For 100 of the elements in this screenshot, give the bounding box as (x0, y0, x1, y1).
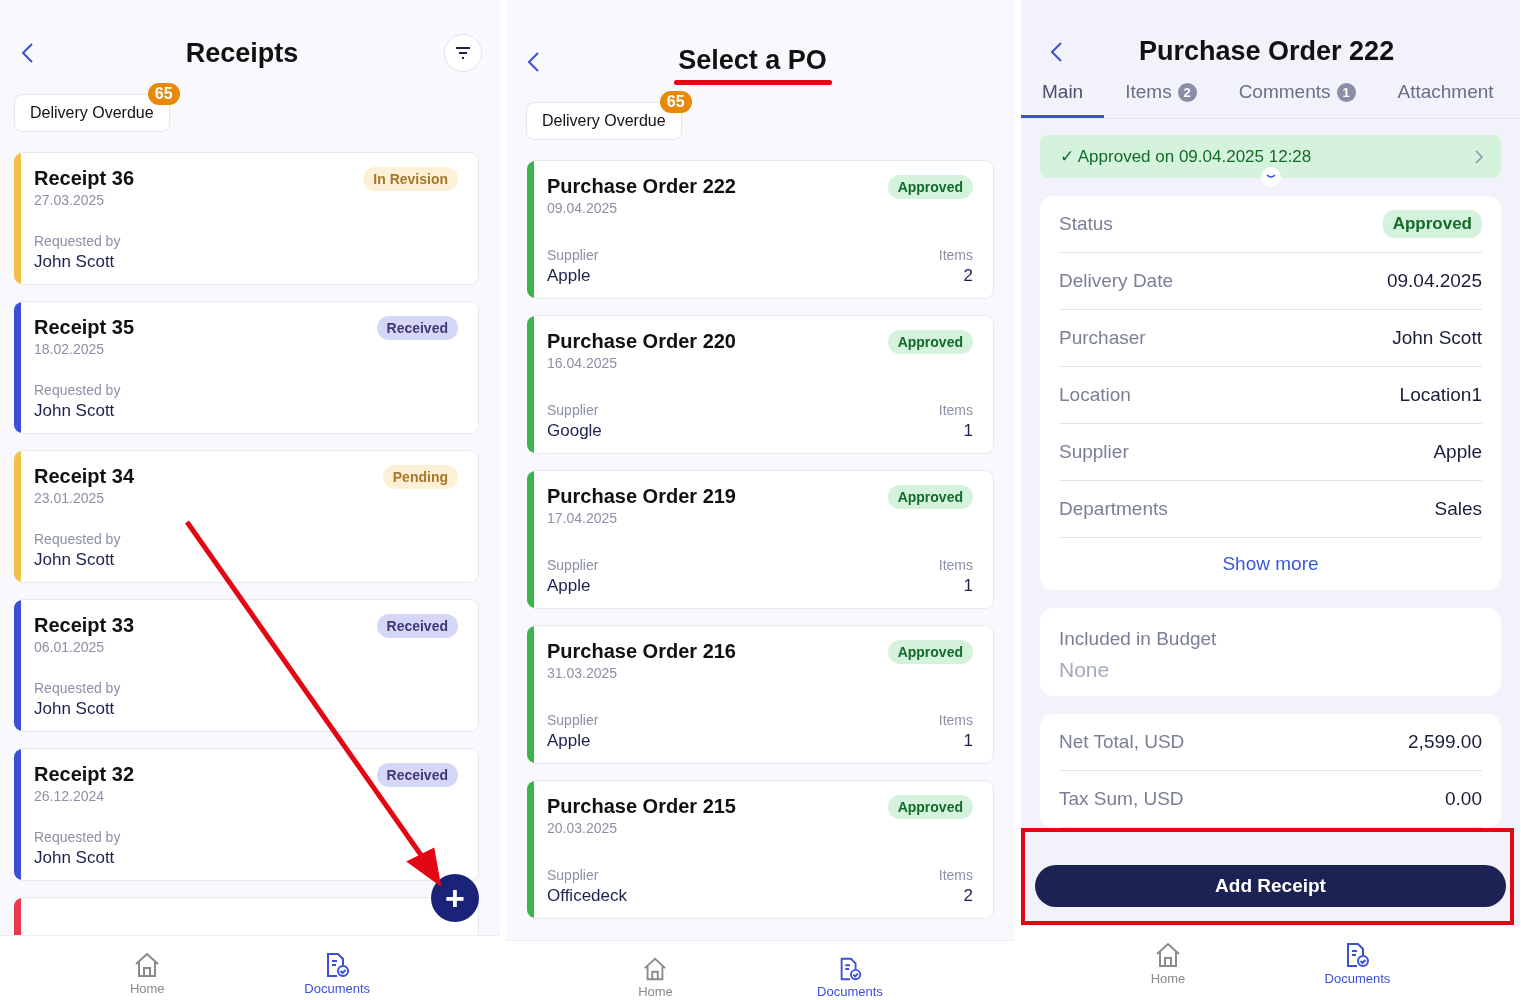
receipt-card[interactable]: Receipt 33 06.01.2025 Received Requested by John Scott (14, 599, 479, 732)
chevron-right-icon (1475, 149, 1483, 164)
field-value: 0.00 (1445, 788, 1482, 810)
count-badge: 65 (147, 83, 180, 105)
tab-count: 1 (1336, 82, 1356, 102)
order-date: 16.04.2025 (547, 355, 619, 371)
field-label: Tax Sum, USD (1059, 788, 1184, 810)
status-badge: Approved (887, 175, 973, 199)
screen-title: Select a PO (678, 45, 827, 76)
item-count: 2 (963, 886, 973, 906)
order-card[interactable]: Purchase Order 222 09.04.2025 Approved Supplier Apple Items 2 (527, 160, 994, 299)
order-date: 20.03.2025 (547, 820, 619, 836)
order-title: Purchase Order 216 (547, 640, 736, 663)
status-badge: In Revision (363, 167, 458, 191)
field-label: Items (938, 247, 973, 263)
receipt-card[interactable]: Receipt 34 23.01.2025 Pending Requested by John Scott (14, 450, 479, 583)
supplier-name: Apple (547, 731, 592, 751)
nav-tab[interactable]: Documents (1318, 940, 1397, 1000)
back-icon (526, 51, 540, 73)
order-title: Purchase Order 220 (547, 330, 736, 353)
order-card[interactable]: Purchase Order 220 16.04.2025 Approved Supplier Google Items 1 (527, 315, 994, 454)
receipt-title: Receipt 36 (34, 167, 135, 190)
tab[interactable]: Comments 1 (1217, 73, 1377, 118)
order-title: Purchase Order 219 (547, 485, 736, 508)
supplier-name: Google (547, 421, 602, 441)
nav-tab[interactable]: Home (632, 955, 679, 1000)
field-label: Supplier (1059, 441, 1129, 463)
receipt-date: 06.01.2025 (34, 639, 106, 655)
screen-title: Purchase Order 222 (1139, 36, 1395, 67)
tab[interactable]: Main (1021, 73, 1105, 118)
status-badge: Approved (887, 485, 973, 509)
receipt-card[interactable]: Receipt 35 18.02.2025 Received Requested by John Scott (14, 301, 479, 434)
field-label: Requested by (34, 829, 122, 845)
tab[interactable]: Attachment (1376, 73, 1515, 118)
order-card[interactable]: Purchase Order 215 20.03.2025 Approved Supplier Officedeck Items 2 (527, 780, 994, 919)
status-badge: Received (376, 316, 458, 340)
supplier-name: Officedeck (547, 886, 627, 906)
home-icon (1154, 941, 1182, 969)
field-label: Supplier (547, 867, 600, 883)
nav-tab[interactable]: Documents (811, 955, 889, 1000)
nav-tab[interactable]: Documents (298, 950, 377, 1000)
field-label: Requested by (34, 531, 122, 547)
approval-banner[interactable]: ✓ Approved on 09.04.2025 12:28 (1040, 135, 1501, 178)
receipt-date: 27.03.2025 (34, 192, 106, 208)
requester-name: John Scott (34, 252, 116, 272)
status-badge: Approved (887, 795, 973, 819)
status-badge: Approved (887, 330, 973, 354)
back-icon (1049, 40, 1063, 63)
requester-name: John Scott (34, 550, 116, 570)
status-badge: Received (376, 614, 458, 638)
receipt-title: Receipt 33 (34, 614, 135, 637)
field-label: Departments (1059, 498, 1168, 520)
count-badge: 65 (659, 91, 692, 113)
requester-name: John Scott (34, 699, 116, 719)
item-count: 2 (963, 266, 973, 286)
field-label: Location (1059, 384, 1131, 406)
field-label: Status (1059, 213, 1113, 235)
item-count: 1 (963, 421, 973, 441)
nav-tab[interactable]: Home (123, 950, 171, 1000)
field-value: John Scott (1392, 327, 1482, 349)
order-card[interactable]: Purchase Order 219 17.04.2025 Approved Supplier Apple Items 1 (527, 470, 994, 609)
field-value: Sales (1434, 498, 1482, 520)
order-card[interactable]: Purchase Order 216 31.03.2025 Approved Supplier Apple Items 1 (527, 625, 994, 764)
status-badge: Pending (382, 465, 458, 489)
tab[interactable]: Items 2 (1104, 73, 1218, 118)
screen-title: Receipts (185, 37, 299, 69)
field-label: Delivery Date (1059, 270, 1174, 292)
add-receipt-button[interactable]: Add Receipt (1035, 865, 1506, 907)
status-badge: Received (376, 763, 458, 787)
receipt-title: Receipt 34 (34, 465, 135, 488)
filter-button[interactable] (444, 34, 482, 72)
field-label: Net Total, USD (1059, 731, 1185, 753)
receipt-card[interactable]: Receipt 36 27.03.2025 In Revision Requested by John Scott (14, 152, 479, 285)
field-label: Included in Budget (1059, 628, 1218, 650)
field-value: Apple (1433, 441, 1482, 463)
receipt-date: 23.01.2025 (34, 490, 106, 506)
field-label: Supplier (547, 247, 599, 263)
item-count: 1 (963, 576, 973, 596)
show-more-link[interactable]: Show more (1059, 538, 1482, 590)
nav-tab[interactable]: Home (1144, 940, 1192, 1000)
supplier-name: Apple (547, 576, 592, 596)
supplier-name: Apple (547, 266, 592, 286)
field-label: Items (938, 557, 973, 573)
receipt-card[interactable]: Receipt 32 26.12.2024 Received Requested by John Scott (14, 748, 479, 881)
field-value: 2,599.00 (1408, 731, 1482, 753)
back-icon (20, 42, 34, 64)
field-label: Supplier (547, 402, 600, 418)
field-label: Items (938, 867, 973, 883)
order-date: 17.04.2025 (547, 510, 619, 526)
receipt-date: 26.12.2024 (34, 788, 106, 804)
field-label: Purchaser (1059, 327, 1146, 349)
order-title: Purchase Order 215 (547, 795, 736, 818)
field-value: Location1 (1399, 384, 1482, 406)
status-badge: Approved (1382, 210, 1482, 238)
field-label: Requested by (34, 233, 122, 249)
requester-name: John Scott (34, 401, 116, 421)
field-label: Supplier (547, 557, 599, 573)
status-badge: Approved (887, 640, 973, 664)
filter-icon (455, 47, 471, 59)
field-label: Supplier (547, 712, 599, 728)
